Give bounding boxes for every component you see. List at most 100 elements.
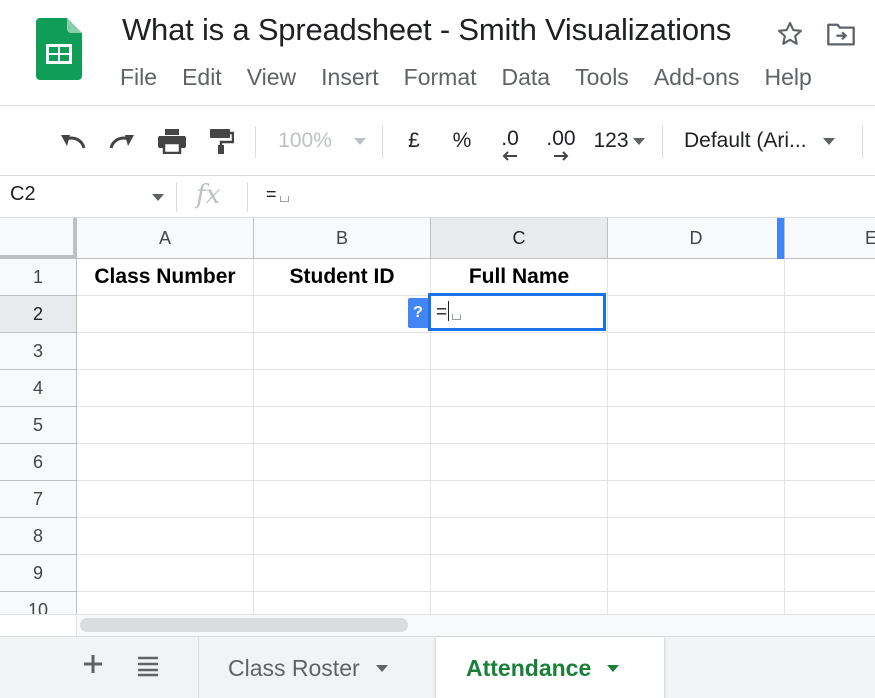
add-sheet-icon[interactable] [80,651,106,677]
column-header-e[interactable]: E [785,218,875,259]
cell-c1[interactable]: Full Name [431,259,608,296]
cell-b7[interactable] [254,481,431,518]
tab-attendance[interactable]: Attendance [436,637,664,698]
menu-tools[interactable]: Tools [575,64,629,91]
cell-d5[interactable] [608,407,785,444]
cell-d4[interactable] [608,370,785,407]
scrollbar-thumb[interactable] [80,618,408,632]
increase-decimal-button[interactable]: .00 [540,106,582,176]
cell-e10[interactable] [785,592,875,614]
menu-insert[interactable]: Insert [321,64,379,91]
star-icon[interactable] [776,20,804,48]
row-header-6[interactable]: 6 [0,444,77,481]
menu-view[interactable]: View [247,64,296,91]
cell-d7[interactable] [608,481,785,518]
more-formats-button[interactable]: 123 [590,106,648,176]
print-icon[interactable] [155,106,189,176]
zoom-caret-icon[interactable] [348,106,372,176]
menu-format[interactable]: Format [404,64,477,91]
row-header-4[interactable]: 4 [0,370,77,407]
cell-b9[interactable] [254,555,431,592]
cell-e7[interactable] [785,481,875,518]
select-all-corner[interactable] [0,218,77,259]
cell-d9[interactable] [608,555,785,592]
cell-a1[interactable]: Class Number [77,259,254,296]
row-header-10[interactable]: 10 [0,592,77,614]
cell-c8[interactable] [431,518,608,555]
cell-a6[interactable] [77,444,254,481]
menu-add-ons[interactable]: Add-ons [654,64,740,91]
cell-c3[interactable] [431,333,608,370]
cell-d1[interactable] [608,259,785,296]
cell-a4[interactable] [77,370,254,407]
cell-b4[interactable] [254,370,431,407]
font-family-select[interactable]: Default (Ari... [684,106,854,176]
cell-b10[interactable] [254,592,431,614]
cell-a10[interactable] [77,592,254,614]
cell-c5[interactable] [431,407,608,444]
row-header-5[interactable]: 5 [0,407,77,444]
spreadsheet-grid[interactable]: A B C D E 1 2 3 4 5 6 7 8 9 10 Class Num… [0,218,875,614]
cell-b8[interactable] [254,518,431,555]
zoom-select[interactable]: 100% [270,106,340,176]
cell-a5[interactable] [77,407,254,444]
cell-d8[interactable] [608,518,785,555]
column-header-c[interactable]: C [431,218,608,259]
cell-b6[interactable] [254,444,431,481]
formula-help-button[interactable]: ? [408,298,428,328]
document-title[interactable]: What is a Spreadsheet - Smith Visualizat… [122,12,731,48]
currency-button[interactable]: £ [398,106,430,176]
active-cell-editor[interactable]: = [428,293,606,331]
cell-c7[interactable] [431,481,608,518]
cell-d3[interactable] [608,333,785,370]
sheets-logo-icon[interactable] [36,18,82,80]
cell-b1[interactable]: Student ID [254,259,431,296]
tab-class-roster[interactable]: Class Roster [228,637,388,698]
percent-button[interactable]: % [446,106,478,176]
cell-e1[interactable] [785,259,875,296]
decrease-decimal-button[interactable]: .0 [490,106,530,176]
menu-help[interactable]: Help [764,64,811,91]
row-header-8[interactable]: 8 [0,518,77,555]
tab-menu-caret-icon[interactable] [607,664,620,672]
cell-c6[interactable] [431,444,608,481]
cell-e6[interactable] [785,444,875,481]
name-box[interactable]: C2 [10,183,36,206]
name-box-caret-icon[interactable] [152,194,164,201]
move-to-folder-icon[interactable] [826,20,856,48]
row-header-3[interactable]: 3 [0,333,77,370]
freeze-column-handle[interactable] [777,218,784,259]
cell-e8[interactable] [785,518,875,555]
cell-e4[interactable] [785,370,875,407]
cell-e9[interactable] [785,555,875,592]
column-header-a[interactable]: A [77,218,254,259]
cell-a3[interactable] [77,333,254,370]
cell-b5[interactable] [254,407,431,444]
formula-input[interactable]: = [266,184,289,205]
cell-a2[interactable] [77,296,254,333]
cell-c4[interactable] [431,370,608,407]
cell-d10[interactable] [608,592,785,614]
undo-icon[interactable] [56,106,90,176]
column-header-b[interactable]: B [254,218,431,259]
cell-b2[interactable] [254,296,431,333]
row-header-9[interactable]: 9 [0,555,77,592]
redo-icon[interactable] [105,106,139,176]
menu-edit[interactable]: Edit [182,64,222,91]
cell-d6[interactable] [608,444,785,481]
row-header-7[interactable]: 7 [0,481,77,518]
cell-b3[interactable] [254,333,431,370]
cell-a7[interactable] [77,481,254,518]
column-header-d[interactable]: D [608,218,785,259]
cell-e3[interactable] [785,333,875,370]
cell-e5[interactable] [785,407,875,444]
row-header-1[interactable]: 1 [0,259,77,296]
cell-c10[interactable] [431,592,608,614]
menu-file[interactable]: File [120,64,157,91]
cell-a8[interactable] [77,518,254,555]
tab-menu-caret-icon[interactable] [375,664,388,672]
cell-d2[interactable] [608,296,785,333]
all-sheets-menu-icon[interactable] [136,655,160,677]
horizontal-scrollbar[interactable] [0,614,875,637]
cell-c9[interactable] [431,555,608,592]
